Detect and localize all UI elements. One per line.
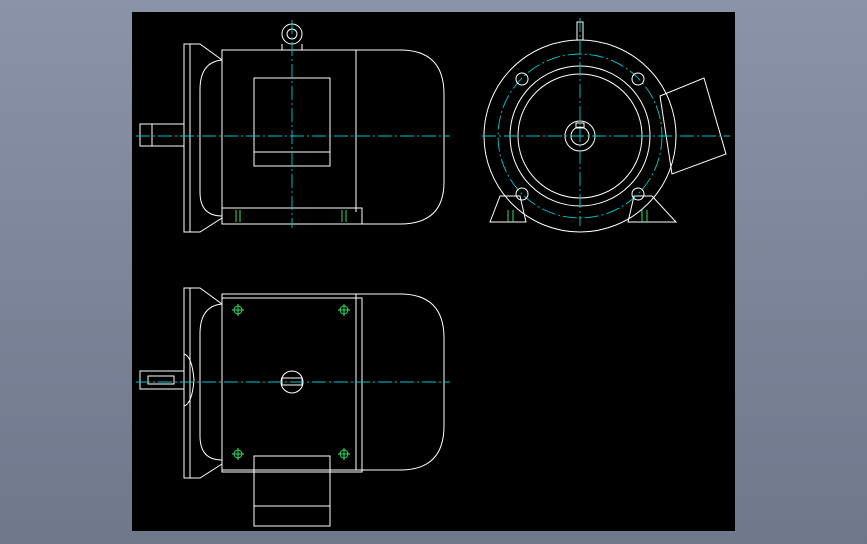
side-motor-body [221, 49, 445, 225]
top-flange-taper [190, 287, 223, 479]
top-flange-boss [183, 353, 195, 407]
cad-drawing-viewport[interactable] [132, 12, 735, 531]
top-mounting-hole-bl [232, 448, 244, 460]
end-bolt-hole-tr [631, 72, 645, 86]
top-flange [183, 287, 191, 479]
top-lifting-eye-slot [281, 377, 303, 386]
top-mounting-hole-tr [338, 304, 350, 316]
side-endbell [199, 59, 223, 217]
motor-drawing [136, 18, 730, 527]
end-bolt-hole-bl [515, 187, 529, 201]
top-shaft [139, 370, 185, 390]
end-conduit-box [659, 77, 727, 175]
top-mounting-hole-tl [232, 304, 244, 316]
side-flange [183, 43, 191, 233]
top-shaft-key [147, 375, 175, 385]
top-view [136, 287, 450, 527]
top-mounting-hole-br [338, 448, 350, 460]
side-shaft [139, 123, 185, 147]
side-view [136, 20, 450, 233]
side-flange-taper [190, 43, 223, 233]
end-view [482, 18, 730, 233]
top-terminal-box [253, 455, 331, 527]
end-bolt-hole-tl [515, 72, 529, 86]
end-bolt-hole-br [631, 187, 645, 201]
